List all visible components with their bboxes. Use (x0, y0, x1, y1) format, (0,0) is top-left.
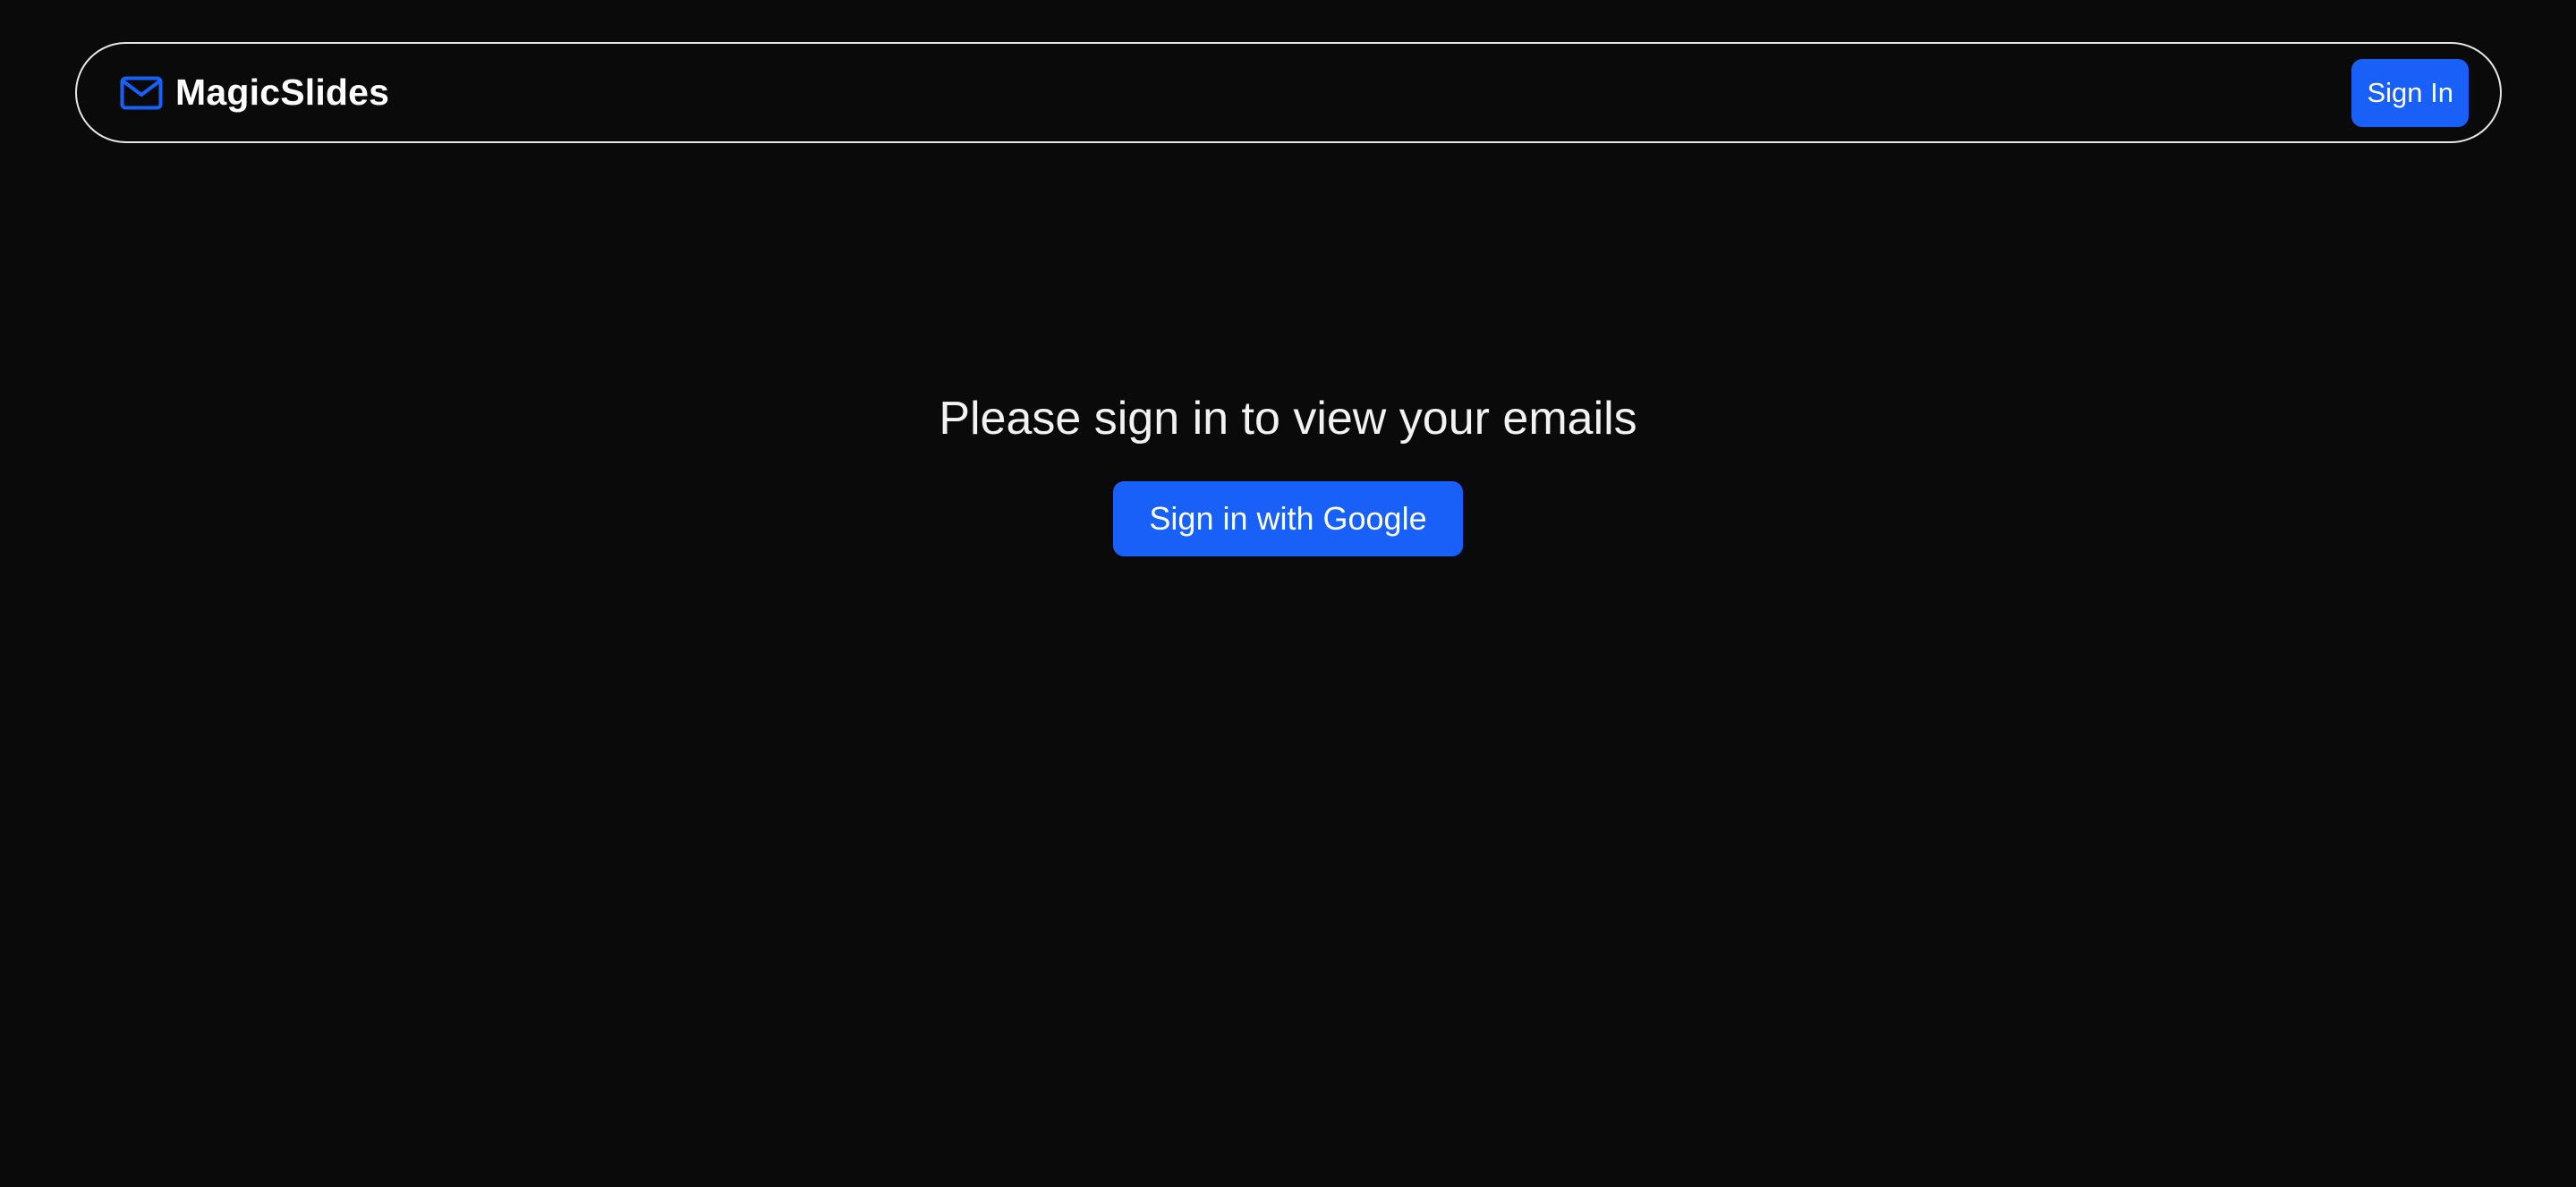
brand-name: MagicSlides (175, 72, 390, 113)
sign-in-button[interactable]: Sign In (2351, 58, 2469, 127)
brand[interactable]: MagicSlides (120, 72, 389, 114)
mail-icon (120, 75, 163, 111)
page: MagicSlides Sign In Please sign in to vi… (0, 0, 2576, 1187)
sign-in-with-google-button[interactable]: Sign in with Google (1113, 481, 1463, 556)
top-navbar: MagicSlides Sign In (75, 42, 2502, 143)
sign-in-message: Please sign in to view your emails (939, 393, 1637, 445)
sign-in-prompt: Please sign in to view your emails Sign … (0, 385, 2576, 556)
